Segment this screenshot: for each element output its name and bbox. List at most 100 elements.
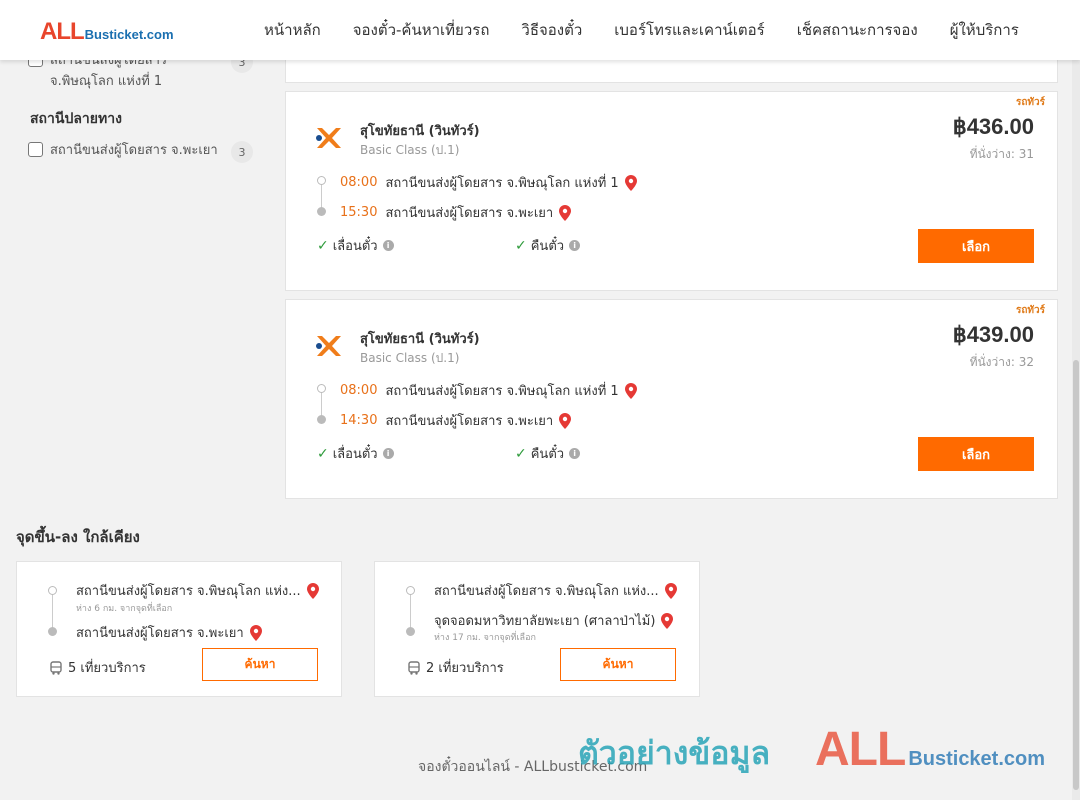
trip-price: ฿436.00: [952, 114, 1034, 139]
nav-operators[interactable]: ผู้ให้บริการ: [934, 18, 1035, 42]
departure-time: 08:00: [340, 175, 378, 190]
nearby-search-button[interactable]: ค้นหา: [202, 648, 318, 681]
feature-reschedule: ✓ เลื่อนตั๋ว i: [317, 443, 394, 464]
nearby-card: สถานีขนส่งผู้โดยสาร จ.พิษณุโลก แห่ง... ห…: [16, 561, 342, 697]
destination-count-badge: 3: [231, 141, 253, 163]
watermark-text: ตัวอย่างข้อมูล: [578, 734, 771, 772]
map-pin-icon[interactable]: [249, 624, 262, 641]
map-pin-icon[interactable]: [559, 412, 572, 429]
logo-rest: Busticket.com: [84, 27, 174, 42]
route-line: [410, 590, 411, 628]
info-icon[interactable]: i: [569, 448, 581, 459]
arrival-time: 15:30: [340, 205, 378, 220]
map-pin-icon[interactable]: [664, 582, 677, 599]
operator-name: สุโขทัยธานี (วินทัวร์): [360, 124, 480, 139]
bus-class: Basic Class (ป.1): [360, 351, 460, 365]
departure-time: 08:00: [340, 383, 378, 398]
check-icon: ✓: [515, 237, 527, 254]
departure-dot: [317, 384, 326, 393]
map-pin-icon[interactable]: [559, 204, 572, 221]
nearby-from-name: สถานีขนส่งผู้โดยสาร จ.พิษณุโลก แห่ง...: [434, 584, 659, 599]
operator-logo-icon: [316, 336, 341, 356]
to-dot: [48, 627, 57, 636]
map-pin-icon[interactable]: [661, 612, 674, 629]
watermark-logo-all: ALL: [815, 723, 906, 776]
trip-card: รถทัวร์ สุโขทัยธานี (วินทัวร์) Basic Cla…: [285, 299, 1058, 499]
arrival-stop: 14:30 สถานีขนส่งผู้โดยสาร จ.พะเยา: [340, 410, 572, 431]
bus-icon: [50, 660, 62, 675]
info-icon[interactable]: i: [382, 448, 394, 459]
nav-home[interactable]: หน้าหลัก: [248, 18, 337, 42]
feature-refund-label: คืนตั๋ว: [530, 239, 565, 254]
nearby-card: สถานีขนส่งผู้โดยสาร จ.พิษณุโลก แห่ง... จ…: [374, 561, 700, 697]
nearby-from: สถานีขนส่งผู้โดยสาร จ.พิษณุโลก แห่ง...: [434, 580, 677, 601]
destination-label: สถานีขนส่งผู้โดยสาร จ.พะเยา: [50, 143, 218, 158]
nearby-title: จุดขึ้น-ลง ใกล้เคียง: [16, 528, 140, 546]
departure-station: สถานีขนส่งผู้โดยสาร จ.พิษณุโลก แห่งที่ 1: [385, 176, 619, 191]
nav-booking[interactable]: จองตั๋ว-ค้นหาเที่ยวรถ: [337, 18, 506, 42]
nearby-to-name: สถานีขนส่งผู้โดยสาร จ.พะเยา: [76, 626, 244, 641]
check-icon: ✓: [317, 237, 329, 254]
info-icon[interactable]: i: [382, 240, 394, 251]
nav-contact[interactable]: เบอร์โทรและเคาน์เตอร์: [598, 18, 780, 42]
select-trip-button[interactable]: เลือก: [918, 437, 1034, 471]
nearby-to-name: จุดจอดมหาวิทยาลัยพะเยา (ศาลาป่าไม้): [434, 614, 656, 629]
operator-name: สุโขทัยธานี (วินทัวร์): [360, 332, 480, 347]
arrival-dot: [317, 415, 326, 424]
site-logo[interactable]: ALL Busticket.com: [40, 18, 174, 46]
departure-dot: [317, 176, 326, 185]
nearby-to-note: ห่าง 17 กม. จากจุดที่เลือก: [434, 633, 536, 643]
nearby-to: จุดจอดมหาวิทยาลัยพะเยา (ศาลาป่าไม้): [434, 610, 674, 631]
bus-type-label: รถทัวร์: [1015, 305, 1045, 316]
nearby-trip-count-label: 2 เที่ยวบริการ: [426, 661, 504, 676]
map-pin-icon[interactable]: [306, 582, 319, 599]
arrival-stop: 15:30 สถานีขนส่งผู้โดยสาร จ.พะเยา: [340, 202, 572, 223]
check-icon: ✓: [515, 445, 527, 462]
nav-howto[interactable]: วิธีจองตั๋ว: [505, 18, 598, 42]
feature-reschedule-label: เลื่อนตั๋ว: [332, 447, 378, 462]
site-header: ALL Busticket.com หน้าหลัก จองตั๋ว-ค้นหา…: [0, 0, 1080, 60]
filter-destination-item[interactable]: สถานีขนส่งผู้โดยสาร จ.พะเยา 3: [28, 140, 258, 163]
bus-class: Basic Class (ป.1): [360, 143, 460, 157]
destination-checkbox[interactable]: [28, 142, 43, 157]
map-pin-icon[interactable]: [624, 382, 637, 399]
from-dot: [406, 586, 415, 595]
main-nav: หน้าหลัก จองตั๋ว-ค้นหาเที่ยวรถ วิธีจองตั…: [248, 0, 1035, 60]
route-line: [52, 590, 53, 628]
arrival-station: สถานีขนส่งผู้โดยสาร จ.พะเยา: [385, 206, 554, 221]
nearby-search-button[interactable]: ค้นหา: [560, 648, 676, 681]
seats-available: ที่นั่งว่าง: 31: [969, 147, 1034, 161]
nearby-trip-count-label: 5 เที่ยวบริการ: [68, 661, 146, 676]
nearby-from: สถานีขนส่งผู้โดยสาร จ.พิษณุโลก แห่ง...: [76, 580, 319, 601]
trip-card: รถทัวร์ สุโขทัยธานี (วินทัวร์) Basic Cla…: [285, 91, 1058, 291]
logo-all: ALL: [40, 18, 85, 45]
departure-stop: 08:00 สถานีขนส่งผู้โดยสาร จ.พิษณุโลก แห่…: [340, 172, 637, 193]
nearby-trip-count: 5 เที่ยวบริการ: [49, 657, 146, 678]
feature-reschedule: ✓ เลื่อนตั๋ว i: [317, 235, 394, 256]
nav-status[interactable]: เช็คสถานะการจอง: [781, 18, 934, 42]
nearby-trip-count: 2 เที่ยวบริการ: [407, 657, 504, 678]
map-pin-icon[interactable]: [624, 174, 637, 191]
watermark-logo: ALL Busticket.com: [815, 722, 1045, 777]
bus-type-label: รถทัวร์: [1015, 97, 1045, 108]
feature-refund: ✓ คืนตั๋ว i: [515, 235, 581, 256]
arrival-station: สถานีขนส่งผู้โดยสาร จ.พะเยา: [385, 414, 554, 429]
arrival-dot: [317, 207, 326, 216]
nearby-from-name: สถานีขนส่งผู้โดยสาร จ.พิษณุโลก แห่ง...: [76, 584, 301, 599]
seats-available: ที่นั่งว่าง: 32: [969, 355, 1034, 369]
scrollbar-thumb[interactable]: [1073, 360, 1079, 790]
trip-price: ฿439.00: [952, 322, 1034, 347]
destination-heading: สถานีปลายทาง: [30, 111, 122, 127]
departure-station: สถานีขนส่งผู้โดยสาร จ.พิษณุโลก แห่งที่ 1: [385, 384, 619, 399]
feature-refund-label: คืนตั๋ว: [530, 447, 565, 462]
arrival-time: 14:30: [340, 413, 378, 428]
feature-refund: ✓ คืนตั๋ว i: [515, 443, 581, 464]
nearby-to: สถานีขนส่งผู้โดยสาร จ.พะเยา: [76, 622, 262, 643]
info-icon[interactable]: i: [569, 240, 581, 251]
nearby-from-note: ห่าง 6 กม. จากจุดที่เลือก: [76, 604, 173, 614]
bus-icon: [408, 660, 420, 675]
to-dot: [406, 627, 415, 636]
departure-stop: 08:00 สถานีขนส่งผู้โดยสาร จ.พิษณุโลก แห่…: [340, 380, 637, 401]
select-trip-button[interactable]: เลือก: [918, 229, 1034, 263]
watermark-logo-rest: Busticket.com: [908, 748, 1046, 770]
